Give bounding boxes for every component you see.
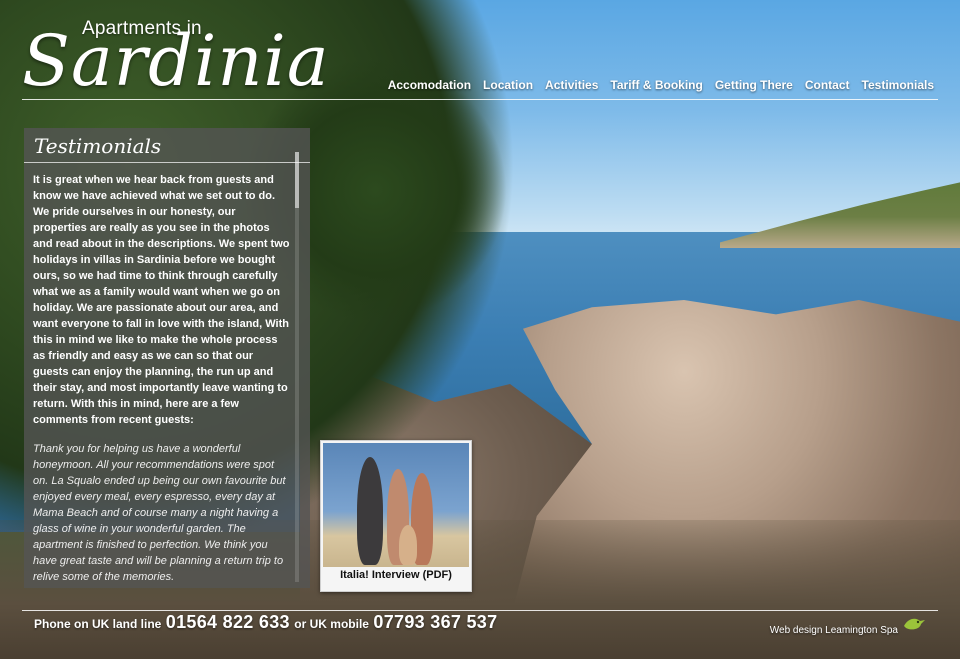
nav-accomodation[interactable]: Accomodation (388, 78, 471, 92)
nav-tariff-booking[interactable]: Tariff & Booking (610, 78, 702, 92)
scrollbar-thumb[interactable] (295, 152, 299, 208)
web-design-credit-link[interactable]: Web design Leamington Spa (770, 625, 898, 636)
footer-divider (22, 610, 938, 611)
nav-testimonials[interactable]: Testimonials (862, 78, 934, 92)
scrollbar-track[interactable] (295, 152, 299, 582)
contact-phones: Phone on UK land line 01564 822 633 or U… (34, 612, 497, 633)
interview-caption: Italia! Interview (PDF) (340, 569, 452, 581)
main-nav: Accomodation Location Activities Tariff … (388, 78, 934, 92)
title-divider (24, 162, 310, 163)
nav-getting-there[interactable]: Getting There (715, 78, 793, 92)
testimonials-panel: Testimonials It is great when we hear ba… (24, 128, 310, 588)
intro-text: It is great when we hear back from guest… (33, 174, 290, 426)
landline-label: Phone on UK land line (34, 617, 162, 631)
person-figure (399, 525, 417, 565)
page-title: Testimonials (34, 134, 162, 158)
logo-title: Sardinia (22, 20, 330, 102)
nav-contact[interactable]: Contact (805, 78, 850, 92)
site-logo[interactable]: Apartments in Sardinia (22, 12, 329, 100)
family-photo (323, 443, 469, 567)
mobile-number: 07793 367 537 (373, 612, 498, 632)
landline-number: 01564 822 633 (165, 612, 290, 632)
testimonial-quote: Thank you for helping us have a wonderfu… (33, 443, 286, 583)
header-divider (22, 99, 938, 100)
nav-location[interactable]: Location (483, 78, 533, 92)
person-figure (357, 457, 383, 565)
interview-pdf-link[interactable]: Italia! Interview (PDF) (320, 440, 472, 592)
nav-activities[interactable]: Activities (545, 78, 598, 92)
bird-icon[interactable] (902, 616, 926, 632)
panel-body: It is great when we hear back from guest… (33, 172, 291, 584)
mobile-label: or UK mobile (294, 617, 369, 631)
